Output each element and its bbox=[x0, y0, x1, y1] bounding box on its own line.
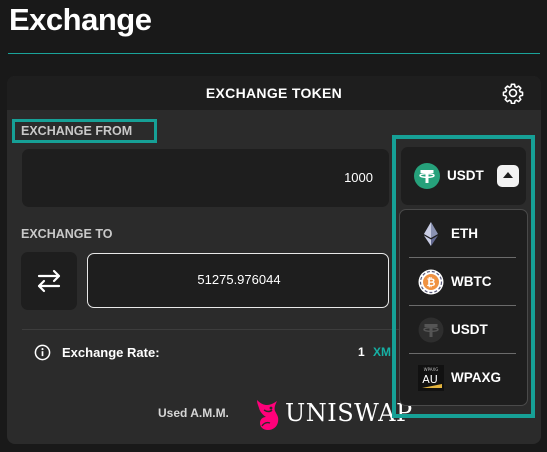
usdt-icon bbox=[414, 163, 440, 189]
token-option-wpaxg[interactable]: WPAXG AU WPAXG bbox=[400, 354, 527, 402]
exchange-from-amount: 1000 bbox=[344, 170, 373, 185]
exchange-rate-token: XM bbox=[373, 345, 391, 359]
title-divider bbox=[8, 53, 540, 54]
token-selector-label: USDT bbox=[447, 168, 484, 183]
svg-text:WPAXG: WPAXG bbox=[424, 367, 439, 372]
page-title: Exchange bbox=[9, 2, 152, 37]
token-option-usdt[interactable]: USDT bbox=[400, 306, 527, 354]
swap-arrows-icon bbox=[37, 269, 61, 293]
uniswap-unicorn-icon bbox=[257, 400, 279, 430]
exchange-rate-label: Exchange Rate: bbox=[62, 345, 160, 360]
exchange-rate-value: 1 bbox=[358, 345, 365, 359]
exchange-from-label: EXCHANGE FROM bbox=[21, 124, 133, 138]
wbtc-icon: ₿ bbox=[418, 269, 444, 295]
svg-text:AU: AU bbox=[422, 373, 438, 386]
eth-icon bbox=[424, 222, 438, 246]
exchange-to-output: 51275.976044 bbox=[87, 253, 389, 308]
wpaxg-icon: WPAXG AU bbox=[418, 365, 444, 391]
token-dropdown-highlight: USDT ETH ₿ WBTC USDT WPAXG AU WPAXG bbox=[392, 135, 535, 418]
rate-divider bbox=[22, 329, 399, 330]
exchange-to-label: EXCHANGE TO bbox=[21, 227, 113, 241]
token-option-label: WPAXG bbox=[451, 370, 501, 385]
info-icon[interactable] bbox=[34, 344, 51, 361]
token-option-label: WBTC bbox=[451, 274, 492, 289]
card-title: EXCHANGE TOKEN bbox=[205, 85, 343, 101]
amm-label: Used A.M.M. bbox=[158, 406, 229, 420]
token-option-label: ETH bbox=[451, 226, 478, 241]
token-selector-button[interactable]: USDT bbox=[401, 147, 526, 205]
chevron-up-icon[interactable] bbox=[497, 165, 519, 187]
exchange-to-amount: 51275.976044 bbox=[197, 272, 281, 287]
usdt-icon bbox=[418, 317, 444, 343]
token-menu: ETH ₿ WBTC USDT WPAXG AU WPAXG bbox=[399, 209, 528, 406]
token-option-wbtc[interactable]: ₿ WBTC bbox=[400, 258, 527, 306]
gear-icon[interactable] bbox=[502, 82, 524, 104]
token-option-label: USDT bbox=[451, 322, 488, 337]
card-header: EXCHANGE TOKEN bbox=[7, 76, 541, 110]
token-option-eth[interactable]: ETH bbox=[400, 210, 527, 258]
swap-direction-button[interactable] bbox=[21, 252, 77, 310]
exchange-from-input[interactable]: 1000 bbox=[22, 149, 389, 207]
svg-text:₿: ₿ bbox=[427, 276, 436, 289]
